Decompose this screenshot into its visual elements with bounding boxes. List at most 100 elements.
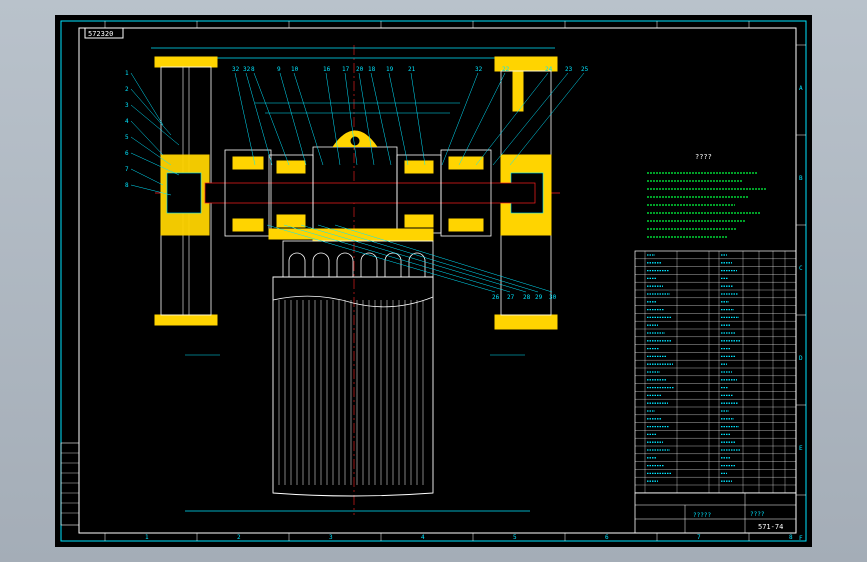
leader-line: [475, 72, 549, 166]
leader-line: [458, 72, 506, 166]
left-part-label: 1: [125, 70, 129, 77]
border-number: 4: [421, 534, 425, 541]
tech-requirement-lines: [647, 172, 767, 238]
part-label: 20: [356, 66, 364, 73]
leader-line: [130, 88, 172, 136]
left-part-label: 4: [125, 118, 129, 125]
leader-line: [441, 72, 479, 166]
part-label: 29: [535, 294, 543, 301]
part-label: 9: [277, 66, 281, 73]
leader-line: [492, 72, 569, 166]
border-number: 7: [697, 534, 701, 541]
part-label: 16: [323, 66, 331, 73]
part-label: 32: [475, 66, 483, 73]
frame-base-plate: [312, 228, 434, 242]
left-part-labels: 1 2 3 4 5 6 7 8: [125, 70, 129, 189]
frame-base-left: [268, 228, 314, 240]
leader-line: [344, 72, 358, 166]
border-number: 3: [329, 534, 333, 541]
left-pulley-bottom-rim: [154, 314, 218, 326]
leader-line: [293, 72, 324, 166]
border-number: 1: [145, 534, 149, 541]
left-hub-bore: [166, 172, 202, 214]
border-number: 6: [605, 534, 609, 541]
bearing-inner-right-bottom: [404, 214, 434, 228]
crusher-drum: [272, 276, 434, 497]
border-letter: A: [799, 85, 803, 92]
left-part-label: 3: [125, 102, 129, 109]
left-part-label: 8: [125, 182, 129, 189]
leader-line: [130, 136, 172, 166]
title-block: ????? ???? 571-74: [634, 492, 797, 534]
tech-requirements-title: ????: [695, 153, 712, 161]
main-shaft: [204, 182, 536, 204]
border-ticks: [104, 21, 806, 541]
border-letter: D: [799, 355, 803, 362]
part-label: 10: [291, 66, 299, 73]
part-label: 32: [232, 66, 240, 73]
part-label: 30: [549, 294, 557, 301]
part-label: 27: [507, 294, 515, 301]
border-letter: B: [799, 175, 803, 182]
cad-viewport: 572320 32 32 8 9 10 16 17 20 18 19 21 32…: [0, 0, 867, 562]
revision-table-frame: [60, 442, 80, 526]
leader-line: [370, 72, 392, 166]
leader-line: [130, 120, 164, 156]
outer-frame: [60, 20, 807, 542]
part-label: 24: [545, 66, 553, 73]
border-number: 8: [789, 534, 793, 541]
right-pulley-top-web: [512, 70, 524, 112]
bearing-left-bottom: [232, 218, 264, 232]
bearing-inner-right-top: [404, 160, 434, 174]
lug-hole: [349, 135, 361, 147]
part-label: 22: [502, 66, 510, 73]
part-label: 26: [492, 294, 500, 301]
left-part-label: 5: [125, 134, 129, 141]
border-letter: C: [799, 265, 803, 272]
left-pulley-top-rim: [154, 56, 218, 68]
bearing-inner-left-top: [276, 160, 306, 174]
bearing-inner-left-bottom: [276, 214, 306, 228]
border-letter: F: [799, 535, 803, 542]
part-label: 8: [251, 66, 255, 73]
title-block-scale: ????: [750, 511, 765, 518]
assembly-drawing: 572320 32 32 8 9 10 16 17 20 18 19 21 32…: [60, 20, 807, 542]
leader-line: [410, 72, 426, 166]
drawing-sheet: 572320 32 32 8 9 10 16 17 20 18 19 21 32…: [55, 15, 812, 547]
left-part-label: 6: [125, 150, 129, 157]
part-label: 19: [386, 66, 394, 73]
part-label: 17: [342, 66, 350, 73]
casing-top: [282, 240, 434, 278]
part-label: 23: [565, 66, 573, 73]
leader-line: [130, 168, 164, 186]
leader-line: [358, 72, 375, 166]
bom-table: [634, 250, 797, 494]
drum-ribs: [272, 295, 434, 485]
left-part-label: 2: [125, 86, 129, 93]
border-letters: A B C D E F: [799, 85, 803, 542]
part-label: 25: [581, 66, 589, 73]
bearing-left-top: [232, 156, 264, 170]
title-block-drawing-no: 571-74: [758, 523, 783, 531]
leader-line: [130, 72, 164, 126]
title-block-name: ?????: [693, 512, 711, 519]
border-numbers: 1 2 3 4 5 6 7 8: [145, 534, 793, 541]
part-label: 21: [408, 66, 416, 73]
part-label: 18: [368, 66, 376, 73]
right-pulley-bottom-rim: [494, 314, 558, 330]
leader-line: [234, 72, 256, 166]
leader-line: [130, 104, 180, 146]
leader-line: [325, 72, 341, 166]
revision-table: [60, 442, 80, 526]
bearing-right-bottom: [448, 218, 484, 232]
casing-arches: [288, 252, 426, 277]
inner-frame: [78, 27, 797, 534]
part-label: 28: [523, 294, 531, 301]
border-number: 2: [237, 534, 241, 541]
lower-casing: [282, 240, 434, 278]
leader-line: [388, 72, 409, 166]
bom-frame: [634, 250, 797, 494]
part-label: 32: [243, 66, 251, 73]
border-number: 5: [513, 534, 517, 541]
left-part-label: 7: [125, 166, 129, 173]
